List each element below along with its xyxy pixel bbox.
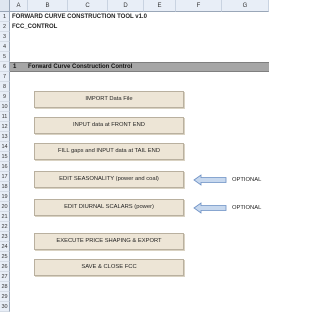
- column-header-a[interactable]: A: [10, 0, 28, 12]
- row-header[interactable]: 20: [0, 202, 10, 212]
- row-header[interactable]: 19: [0, 192, 10, 202]
- row-header[interactable]: 29: [0, 292, 10, 302]
- left-arrow-icon: [193, 202, 227, 214]
- row-header[interactable]: 27: [0, 272, 10, 282]
- input-front-end-button[interactable]: INPUT data at FRONT END: [34, 117, 184, 134]
- row-header[interactable]: 22: [0, 222, 10, 232]
- optional-label-diurnal: OPTIONAL: [232, 205, 262, 211]
- row-header[interactable]: 30: [0, 302, 10, 312]
- row-header[interactable]: 7: [0, 72, 10, 82]
- column-header-c[interactable]: C: [68, 0, 108, 12]
- row-header[interactable]: 23: [0, 232, 10, 242]
- left-arrow-icon: [193, 174, 227, 186]
- row-header[interactable]: 10: [0, 102, 10, 112]
- save-close-button[interactable]: SAVE & CLOSE FCC: [34, 259, 184, 276]
- optional-label-seasonality: OPTIONAL: [232, 177, 262, 183]
- row-header[interactable]: 17: [0, 172, 10, 182]
- column-header-g[interactable]: G: [222, 0, 269, 12]
- row-header[interactable]: 8: [0, 82, 10, 92]
- execute-price-shaping-button[interactable]: EXECUTE PRICE SHAPING & EXPORT: [34, 233, 184, 250]
- row-header[interactable]: 6: [0, 62, 10, 72]
- fill-tail-end-button[interactable]: FILL gaps and INPUT data at TAIL END: [34, 143, 184, 160]
- row-header[interactable]: 16: [0, 162, 10, 172]
- section-header-bar: 1 Forward Curve Construction Control: [10, 62, 269, 72]
- row-header[interactable]: 24: [0, 242, 10, 252]
- row-header[interactable]: 21: [0, 212, 10, 222]
- row-header[interactable]: 9: [0, 92, 10, 102]
- column-header-b[interactable]: B: [28, 0, 68, 12]
- section-number: 1: [13, 64, 17, 70]
- section-title: Forward Curve Construction Control: [28, 64, 133, 70]
- column-header-f[interactable]: F: [176, 0, 222, 12]
- row-header[interactable]: 11: [0, 112, 10, 122]
- row-header[interactable]: 5: [0, 52, 10, 62]
- sheet-title: FORWARD CURVE CONSTRUCTION TOOL v1.0: [12, 14, 147, 20]
- column-header-e[interactable]: E: [144, 0, 176, 12]
- row-header[interactable]: 2: [0, 22, 10, 32]
- row-header[interactable]: 25: [0, 252, 10, 262]
- row-header[interactable]: 26: [0, 262, 10, 272]
- row-header[interactable]: 14: [0, 142, 10, 152]
- row-header[interactable]: 12: [0, 122, 10, 132]
- row-header[interactable]: 28: [0, 282, 10, 292]
- edit-diurnal-scalars-button[interactable]: EDIT DIURNAL SCALARS (power): [34, 199, 184, 216]
- column-header-d[interactable]: D: [108, 0, 144, 12]
- row-header[interactable]: 15: [0, 152, 10, 162]
- row-header[interactable]: 4: [0, 42, 10, 52]
- row-header[interactable]: 18: [0, 182, 10, 192]
- edit-seasonality-button[interactable]: EDIT SEASONALITY (power and coal): [34, 171, 184, 188]
- row-header[interactable]: 3: [0, 32, 10, 42]
- select-all-corner[interactable]: [0, 0, 10, 12]
- sheet-subtitle: FCC_CONTROL: [12, 24, 58, 30]
- row-header[interactable]: 1: [0, 12, 10, 22]
- import-data-file-button[interactable]: IMPORT Data File: [34, 91, 184, 108]
- row-header[interactable]: 13: [0, 132, 10, 142]
